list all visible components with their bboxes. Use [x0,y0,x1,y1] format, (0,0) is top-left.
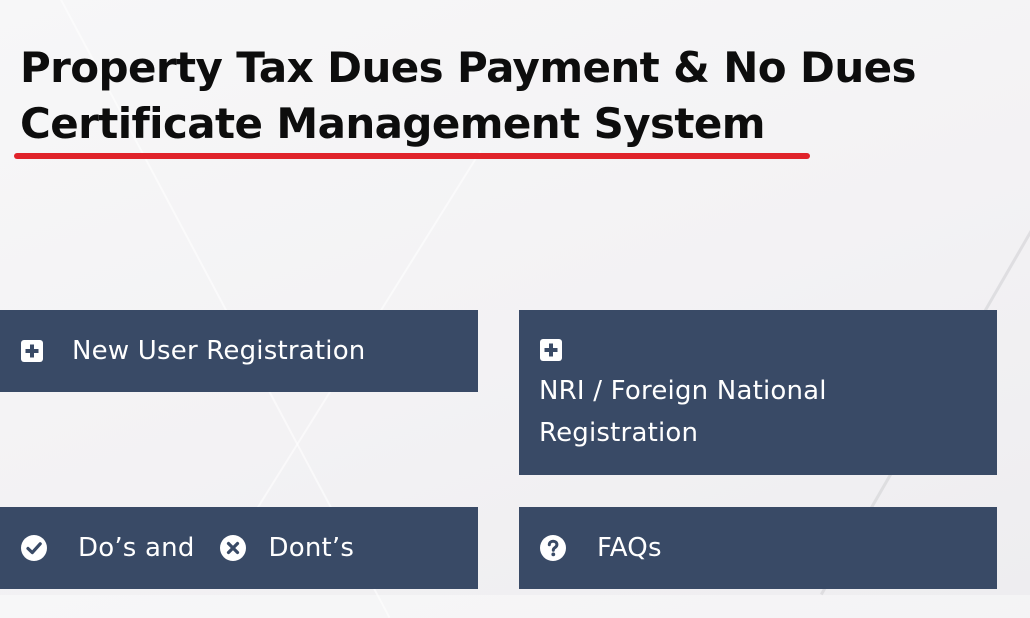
x-circle-icon [219,534,247,562]
page-title-line-2: Certificate Management System [20,99,766,148]
faqs-label: FAQs [597,533,662,563]
new-user-registration-button[interactable]: New User Registration [0,310,478,392]
title-underline [14,153,810,159]
plus-square-icon [20,339,44,363]
nri-registration-button[interactable]: NRI / Foreign National Registration [519,310,997,475]
page-title-line-1: Property Tax Dues Payment & No Dues [20,43,917,92]
nri-registration-label: NRI / Foreign National Registration [539,376,827,448]
page-title: Property Tax Dues Payment & No Dues Cert… [20,40,1020,152]
plus-square-icon [539,338,563,362]
new-user-registration-label: New User Registration [72,336,366,366]
dos-label: Do’s and [78,533,195,563]
question-circle-icon [539,534,567,562]
dos-and-donts-button[interactable]: Do’s and Dont’s [0,507,478,589]
check-circle-icon [20,534,48,562]
donts-label: Dont’s [268,533,355,563]
faqs-button[interactable]: FAQs [519,507,997,589]
